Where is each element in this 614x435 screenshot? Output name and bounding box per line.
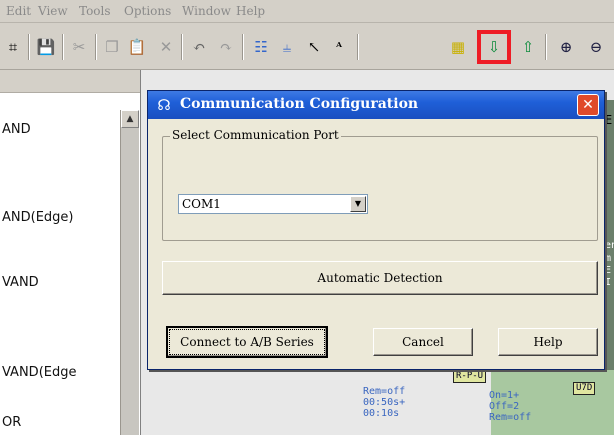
upload-icon[interactable]: ⇧	[517, 36, 539, 58]
connection-icon: ☊	[157, 96, 171, 114]
toolbar-separator	[95, 34, 97, 60]
ladder-params: Rem=off 00:50s+ 00:10s	[363, 386, 406, 419]
toolbar-separator	[62, 34, 64, 60]
ladder-function-box[interactable]: R-P-U	[453, 370, 487, 383]
toolbar-separator	[28, 34, 30, 60]
zoom-in-icon[interactable]: ⊕	[555, 36, 577, 58]
help-button[interactable]: Help	[498, 328, 598, 356]
port-groupbox	[162, 136, 598, 241]
zoom-out-icon[interactable]: ⊖	[585, 36, 607, 58]
menu-view[interactable]: View	[38, 4, 68, 18]
toolbar-separator	[242, 34, 244, 60]
panel-header	[0, 70, 140, 93]
cut-icon[interactable]: ✂	[68, 36, 90, 58]
list-item[interactable]: VAND	[2, 275, 39, 290]
open-icon[interactable]: ⌗	[2, 36, 24, 58]
communication-dialog: ☊ Communication Configuration ✕ Select C…	[147, 90, 605, 370]
download-icon[interactable]: ⇩	[483, 36, 505, 58]
port-value: COM1	[182, 197, 221, 211]
list-item[interactable]: AND(Edge)	[2, 210, 74, 225]
menu-options[interactable]: Options	[124, 4, 171, 18]
redo-icon[interactable]: ↷	[215, 36, 237, 58]
select-arrow-icon[interactable]: ↖	[303, 36, 325, 58]
menu-tools[interactable]: Tools	[79, 4, 111, 18]
monitor-icon[interactable]: ▦	[447, 36, 469, 58]
menu-edit[interactable]: Edit	[6, 4, 31, 18]
ladder-fragment: en	[605, 240, 614, 251]
save-icon[interactable]: 💾	[35, 36, 57, 58]
toolbar-separator	[357, 34, 359, 60]
ladder-fragment: I	[605, 277, 612, 288]
ladder-function-box[interactable]: U7D	[573, 382, 596, 395]
copy-icon[interactable]: ❐	[101, 36, 123, 58]
chevron-down-icon[interactable]: ▼	[350, 196, 366, 212]
connect-button[interactable]: Connect to A/B Series	[166, 326, 328, 358]
menu-bar: Edit View Tools Options Window Help	[0, 0, 614, 23]
menu-window[interactable]: Window	[182, 4, 231, 18]
ladder-fragment: m	[605, 253, 612, 264]
automatic-detection-button[interactable]: Automatic Detection	[162, 261, 598, 295]
group-label: Select Communication Port	[170, 128, 341, 142]
close-button[interactable]: ✕	[577, 94, 599, 116]
network-icon[interactable]: ☷	[250, 36, 272, 58]
undo-icon[interactable]: ↶	[188, 36, 210, 58]
delete-icon[interactable]: ✕	[155, 36, 177, 58]
panel-scrollbar[interactable]: ▲	[120, 110, 139, 435]
list-item[interactable]: OR	[2, 415, 21, 430]
dialog-titlebar[interactable]: ☊ Communication Configuration ✕	[148, 91, 604, 119]
split-icon[interactable]: ⫨	[276, 36, 298, 58]
toolbar-separator	[181, 34, 183, 60]
instruction-list-panel: ▲ AND AND(Edge) VAND VAND(Edge OR	[0, 70, 141, 435]
port-select[interactable]: COM1 ▼	[178, 194, 368, 214]
list-item[interactable]: AND	[2, 122, 31, 137]
list-item[interactable]: VAND(Edge	[2, 365, 76, 380]
ladder-fragment: E	[605, 113, 613, 127]
text-arrow-icon[interactable]: ᴬ	[328, 36, 350, 58]
ladder-params: On=1+ Off=2 Rem=off	[489, 390, 532, 423]
scroll-up-icon[interactable]: ▲	[121, 110, 139, 128]
cancel-button[interactable]: Cancel	[373, 328, 473, 356]
ladder-fragment: E	[605, 265, 612, 276]
toolbar-separator	[545, 34, 547, 60]
menu-help[interactable]: Help	[236, 4, 265, 18]
dialog-title: Communication Configuration	[180, 96, 419, 112]
paste-icon[interactable]: 📋	[126, 36, 148, 58]
